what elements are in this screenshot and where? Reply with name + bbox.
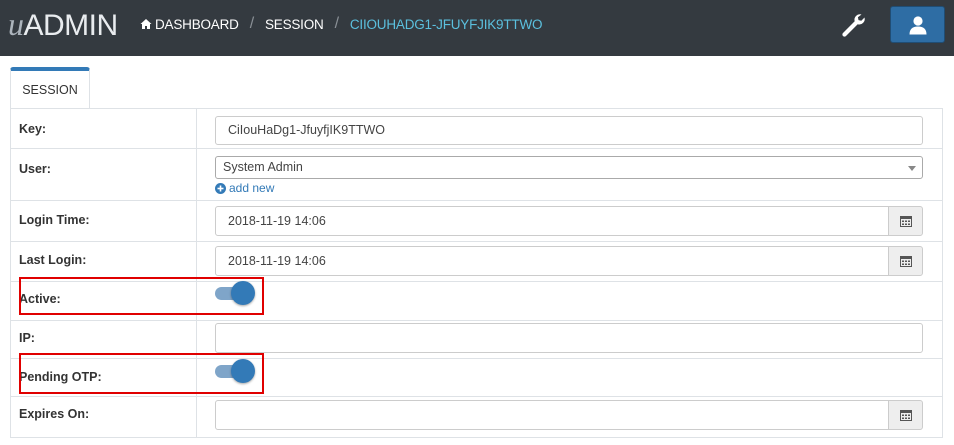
add-new-user-link[interactable]: add new bbox=[215, 181, 274, 195]
highlight-box-active bbox=[19, 277, 264, 315]
expires-on-datepicker bbox=[215, 400, 923, 430]
key-label: Key: bbox=[19, 122, 47, 136]
breadcrumb-separator: / bbox=[249, 15, 254, 32]
user-icon bbox=[909, 16, 927, 35]
login-time-datepicker: 2018-11-19 14:06 bbox=[215, 206, 923, 236]
user-label: User: bbox=[19, 162, 51, 176]
app-logo[interactable]: uADMIN bbox=[8, 6, 118, 44]
form-row-divider bbox=[10, 320, 943, 321]
breadcrumb-current: CIIOUHADG1-JFUYFJIK9TTWO bbox=[349, 16, 543, 32]
breadcrumb: DASHBOARD / SESSION / CIIOUHADG1-JFUYFJI… bbox=[140, 15, 542, 33]
last-login-label: Last Login: bbox=[19, 253, 87, 267]
home-icon bbox=[140, 18, 152, 29]
calendar-button[interactable] bbox=[888, 246, 923, 276]
breadcrumb-separator: / bbox=[334, 15, 339, 32]
tab-session[interactable]: SESSION bbox=[10, 67, 90, 109]
login-time-input[interactable]: 2018-11-19 14:06 bbox=[215, 206, 889, 236]
login-time-label: Login Time: bbox=[19, 213, 90, 227]
wrench-icon[interactable] bbox=[840, 12, 866, 38]
calendar-icon bbox=[900, 410, 912, 421]
ip-label: IP: bbox=[19, 331, 35, 345]
user-menu-button[interactable] bbox=[890, 6, 945, 43]
form-row-divider bbox=[10, 148, 943, 149]
expires-on-label: Expires On: bbox=[19, 407, 90, 421]
form-row-divider bbox=[10, 396, 943, 397]
calendar-button[interactable] bbox=[888, 400, 923, 430]
chevron-down-icon bbox=[908, 166, 916, 171]
form-row-divider bbox=[10, 241, 943, 242]
plus-circle-icon bbox=[215, 182, 226, 194]
breadcrumb-session[interactable]: SESSION bbox=[265, 17, 324, 32]
form-row-divider bbox=[10, 200, 943, 201]
last-login-input[interactable]: 2018-11-19 14:06 bbox=[215, 246, 889, 276]
calendar-icon bbox=[900, 216, 912, 227]
top-navbar: uADMIN DASHBOARD / SESSION / CIIOUHADG1-… bbox=[0, 0, 954, 56]
expires-on-input[interactable] bbox=[215, 400, 889, 430]
ip-input[interactable] bbox=[215, 323, 923, 353]
user-select[interactable]: System Admin bbox=[215, 156, 923, 179]
calendar-button[interactable] bbox=[888, 206, 923, 236]
breadcrumb-dashboard[interactable]: DASHBOARD bbox=[140, 17, 239, 32]
last-login-datepicker: 2018-11-19 14:06 bbox=[215, 246, 923, 276]
highlight-box-pending-otp bbox=[19, 353, 264, 394]
calendar-icon bbox=[900, 256, 912, 267]
key-input[interactable]: CiIouHaDg1-JfuyfjIK9TTWO bbox=[215, 116, 923, 145]
